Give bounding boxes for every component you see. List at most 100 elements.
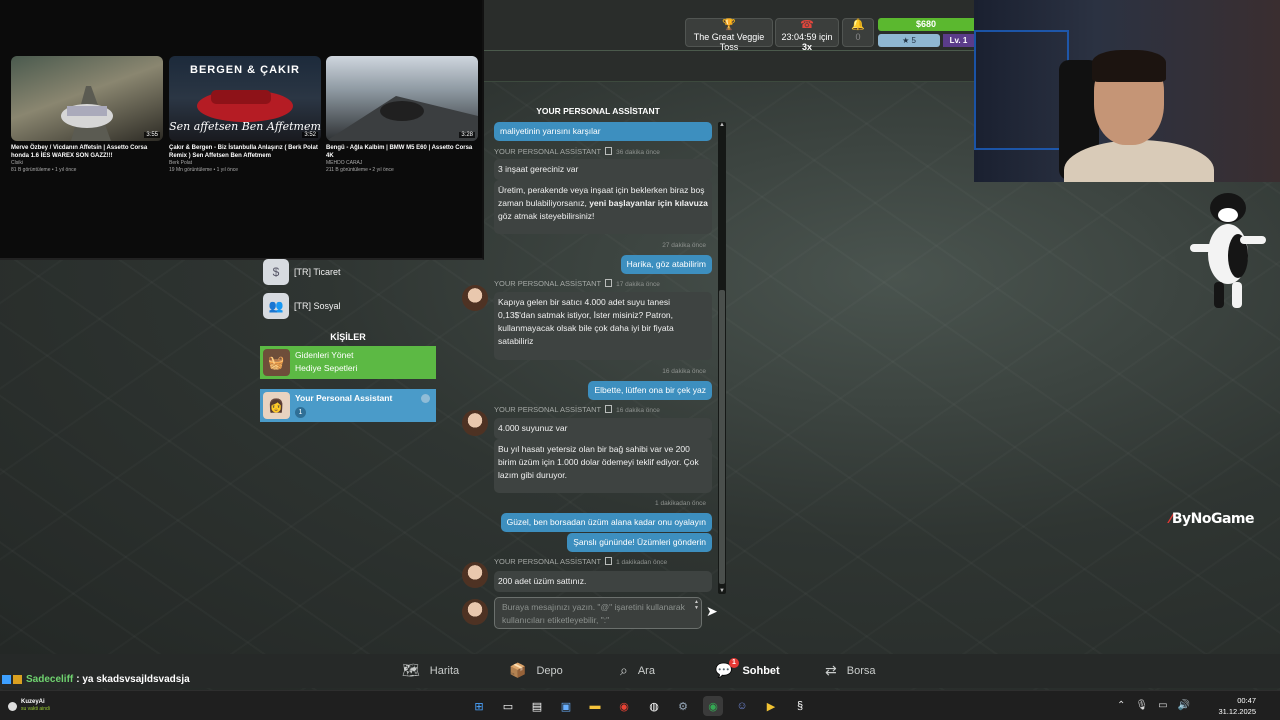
nav-sohbet[interactable]: 💬 1 Sohbet <box>715 658 780 679</box>
webcam-person-hair <box>1092 50 1166 82</box>
assistant-avatar <box>462 410 488 436</box>
browser-active-icon[interactable]: ◉ <box>703 696 723 716</box>
search-icon: ⌕ <box>620 662 628 678</box>
channel-label: [TR] Ticaret <box>294 267 341 277</box>
steam-icon[interactable]: ⚙ <box>673 696 693 716</box>
dollar-tag-icon: $ <box>263 259 289 285</box>
copy-icon[interactable] <box>605 147 613 155</box>
message-input[interactable]: Buraya mesajınızı yazın. "@" işaretini k… <box>494 597 702 629</box>
video-thumbnail[interactable]: BERGEN & ÇAKIR Sen affetsen Ben Affetmem… <box>169 56 321 141</box>
video-script-text: Sen affetsen Ben Affetmem <box>169 120 321 133</box>
level-display[interactable]: Lv. 1 <box>943 34 974 47</box>
video-card[interactable]: 3:55 Merve Özbey / Vicdanın Affetsin | A… <box>11 56 163 174</box>
chat-reply-bubble: Elbette, lütfen ona bir çek yaz <box>588 381 712 400</box>
chat-reply-bubble: Harika, göz atabilirim <box>620 255 712 274</box>
map-icon: 🗺 <box>402 662 420 678</box>
send-icon[interactable]: ➤ <box>706 603 718 620</box>
people-icon: 👥 <box>263 293 289 319</box>
stars-count: 5 <box>911 36 916 45</box>
contact-gift-baskets[interactable]: 🧺 Gidenleri Yönet Hediye Sepetleri <box>260 346 436 379</box>
photos-icon[interactable]: ▣ <box>556 696 576 716</box>
discord-icon[interactable]: ☺ <box>732 696 752 716</box>
video-meta: 19 Mn görüntüleme • 1 yıl önce <box>169 167 239 173</box>
sub-badge-icon <box>13 675 22 684</box>
clock-date: 31.12.2025 <box>1218 707 1256 716</box>
chat-message-bubble: 4.000 suyunuz var <box>494 418 712 439</box>
copy-icon[interactable] <box>605 557 613 565</box>
money-display[interactable]: $680 <box>878 18 974 31</box>
chat-message-bubble: Bu yıl hasatı yetersiz olan bir bağ sahi… <box>494 439 712 493</box>
chevron-up-icon[interactable]: ⌃ <box>1117 700 1125 711</box>
video-title[interactable]: Merve Özbey / Vicdanın Affetsin | Assett… <box>11 144 163 160</box>
start-icon[interactable]: ⊞ <box>469 696 489 716</box>
folder-icon[interactable]: ▬ <box>585 696 605 716</box>
box-icon: 📦 <box>509 662 527 678</box>
windows-taskbar: KuzeyAi su vakti aindi ⊞ ▭ ▤ ▣ ▬ ◉ ◍ ⚙ ◉… <box>0 690 1280 720</box>
app-icon[interactable]: ▤ <box>527 696 547 716</box>
unread-badge: 1 <box>295 407 306 418</box>
settings-icon[interactable] <box>421 394 430 403</box>
monitor-icon[interactable]: ▭ <box>1158 700 1167 711</box>
chat-title: YOUR PERSONAL ASSİSTANT <box>536 106 660 116</box>
nav-harita[interactable]: 🗺 Harita <box>402 662 459 679</box>
channel-item-ticaret[interactable]: $ [TR] Ticaret <box>260 256 436 288</box>
scrollbar-thumb[interactable] <box>719 290 725 584</box>
notification-button[interactable]: 🔔 0 <box>842 18 874 47</box>
star-icon: ★ <box>902 36 910 45</box>
stars-display[interactable]: ★ 5 <box>878 34 940 47</box>
chrome-alt-icon[interactable]: ◍ <box>644 696 664 716</box>
message-timestamp: 27 dakika önce <box>662 242 706 249</box>
video-duration: 3:55 <box>144 132 160 138</box>
taskbar-user[interactable]: KuzeyAi su vakti aindi <box>8 699 50 713</box>
webcam-shelf <box>974 30 1069 150</box>
chrome-icon[interactable]: ◉ <box>614 696 634 716</box>
taskbar-user-name: KuzeyAi <box>21 699 45 705</box>
copy-icon[interactable] <box>605 405 613 413</box>
nav-label: Borsa <box>846 664 876 677</box>
boost-timer[interactable]: ☎ 23:04:59 için 3x <box>775 18 839 52</box>
clock-time: 00:47 <box>1237 696 1256 705</box>
video-card[interactable]: BERGEN & ÇAKIR Sen affetsen Ben Affetmem… <box>169 56 321 174</box>
task-view-icon[interactable]: ▭ <box>498 696 518 716</box>
video-channel[interactable]: Berk Polat <box>169 160 321 167</box>
chat-message-bubble: maliyetinin yarısını karşılar <box>494 122 712 141</box>
video-overlay: 3:55 Merve Özbey / Vicdanın Affetsin | A… <box>0 0 484 260</box>
trophy-icon: 🏆 <box>722 19 736 31</box>
nav-borsa[interactable]: ⇄ Borsa <box>825 662 875 679</box>
chat-reply-bubble: Güzel, ben borsadan üzüm alana kadar onu… <box>500 513 712 532</box>
microphone-icon[interactable]: 🎙 <box>1135 700 1148 711</box>
video-thumbnail[interactable]: 3:55 <box>11 56 163 141</box>
chat-panel: YOUR PERSONAL ASSİSTANT maliyetinin yarı… <box>456 100 728 635</box>
volume-icon[interactable]: 🔊 <box>1178 700 1190 711</box>
terminal-icon[interactable]: § <box>790 696 810 716</box>
copy-icon[interactable] <box>605 279 613 287</box>
scroll-down-icon[interactable]: ▼ <box>718 588 726 594</box>
message-timestamp: 16 dakika önce <box>662 368 706 375</box>
message-sender: YOUR PERSONAL ASSİSTANT 1 dakikadan önce <box>494 557 668 566</box>
channel-item-sosyal[interactable]: 👥 [TR] Sosyal <box>260 290 436 322</box>
contact-personal-assistant[interactable]: 👩 Your Personal Assistant 1 <box>260 389 436 422</box>
stream-chat-line: Sadeceliff : ya skadsvsajldsvadsja <box>2 674 190 685</box>
phone-icon: ☎ <box>800 19 814 31</box>
badge-icon <box>2 675 11 684</box>
channel-list: $ [TR] Ticaret 👥 [TR] Sosyal KİŞİLER 🧺 G… <box>260 256 436 432</box>
unread-badge: 1 <box>729 658 739 668</box>
scroll-up-icon[interactable]: ▲ <box>718 122 726 128</box>
assistant-avatar <box>462 285 488 311</box>
contacts-header: KİŞİLER <box>330 332 366 342</box>
nav-depo[interactable]: 📦 Depo <box>509 662 563 679</box>
video-meta: 81 B görüntüleme • 1 yıl önce <box>11 167 77 173</box>
taskbar-clock[interactable]: 00:47 31.12.2025 <box>1218 695 1256 717</box>
input-scroll-icon[interactable]: ▲ ▼ <box>694 599 699 611</box>
event-button[interactable]: 🏆 The Great Veggie Toss <box>685 18 773 52</box>
chat-message-bubble: 3 inşaat gereciniz var <box>494 159 712 180</box>
video-channel[interactable]: Clsiki <box>11 160 163 167</box>
media-icon[interactable]: ▶ <box>761 696 781 716</box>
nav-ara[interactable]: ⌕ Ara <box>620 662 655 679</box>
chat-scrollbar[interactable]: ▲ ▼ <box>718 122 726 594</box>
nav-label: Depo <box>536 664 563 677</box>
channel-label: [TR] Sosyal <box>294 301 341 311</box>
nav-label: Harita <box>429 664 460 677</box>
video-title[interactable]: Çakır & Bergen - Biz İstanbulla Anlaşırı… <box>169 144 321 160</box>
message-sender: YOUR PERSONAL ASSİSTANT 17 dakika önce <box>494 279 660 288</box>
